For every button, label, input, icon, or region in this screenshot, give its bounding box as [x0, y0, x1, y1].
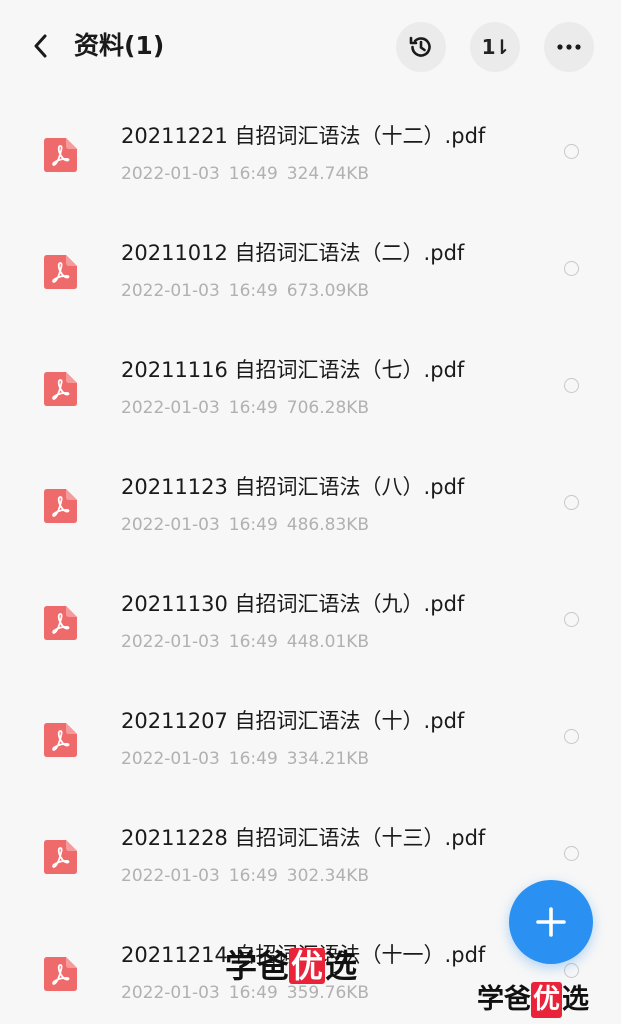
- file-time: 16:49: [228, 398, 278, 418]
- file-size: 673.09KB: [286, 281, 370, 301]
- pdf-file-icon: [44, 372, 77, 406]
- sort-icon: 1⇂: [481, 35, 511, 59]
- file-name: 20211116 自招词汇语法（七）.pdf: [121, 358, 465, 382]
- file-meta: 2022-01-03 16:49 673.09KB: [121, 278, 378, 304]
- file-meta: 2022-01-03 16:49 334.21KB: [121, 746, 378, 772]
- file-manager-screen: 资料(1) 1⇂ 20211221 自招词汇语法（十二）.pdf 2022-01-…: [0, 0, 621, 1024]
- file-time: 16:49: [228, 632, 278, 652]
- file-list-item[interactable]: 20211130 自招词汇语法（九）.pdf 2022-01-03 16:49 448…: [0, 563, 621, 680]
- file-meta: 2022-01-03 16:49 486.83KB: [121, 512, 378, 538]
- file-size: 706.28KB: [286, 398, 370, 418]
- more-button[interactable]: [544, 22, 594, 72]
- file-meta: 2022-01-03 16:49 324.74KB: [121, 161, 378, 187]
- add-button[interactable]: [509, 880, 593, 964]
- page-title: 资料(1): [74, 31, 165, 60]
- file-name: 20211221 自招词汇语法（十二）.pdf: [121, 124, 486, 148]
- file-list-item[interactable]: 20211123 自招词汇语法（八）.pdf 2022-01-03 16:49 486…: [0, 446, 621, 563]
- select-radio[interactable]: [564, 378, 579, 393]
- select-radio[interactable]: [564, 963, 579, 978]
- file-list-item[interactable]: 20211207 自招词汇语法（十）.pdf 2022-01-03 16:49 334…: [0, 680, 621, 797]
- pdf-file-icon: [44, 606, 77, 640]
- pdf-file-icon: [44, 840, 77, 874]
- file-date: 2022-01-03: [121, 398, 220, 418]
- watermark-logo: 学爸优选: [225, 947, 358, 985]
- file-date: 2022-01-03: [121, 164, 220, 184]
- file-name: 20211130 自招词汇语法（九）.pdf: [121, 592, 465, 616]
- back-button[interactable]: [22, 26, 58, 66]
- chevron-left-icon: [34, 34, 47, 58]
- select-radio[interactable]: [564, 261, 579, 276]
- file-date: 2022-01-03: [121, 983, 220, 1003]
- select-radio[interactable]: [564, 495, 579, 510]
- file-size: 359.76KB: [286, 983, 370, 1003]
- select-radio[interactable]: [564, 612, 579, 627]
- file-date: 2022-01-03: [121, 281, 220, 301]
- file-date: 2022-01-03: [121, 515, 220, 535]
- plus-icon: [536, 907, 566, 937]
- pdf-file-icon: [44, 957, 77, 991]
- file-size: 302.34KB: [286, 866, 370, 886]
- file-name: 20211123 自招词汇语法（八）.pdf: [121, 475, 465, 499]
- pdf-file-icon: [44, 255, 77, 289]
- pdf-file-icon: [44, 138, 77, 172]
- file-meta: 2022-01-03 16:49 448.01KB: [121, 629, 378, 655]
- file-list-item[interactable]: 20211116 自招词汇语法（七）.pdf 2022-01-03 16:49 706…: [0, 329, 621, 446]
- sort-button[interactable]: 1⇂: [470, 22, 520, 72]
- file-meta: 2022-01-03 16:49 302.34KB: [121, 863, 378, 889]
- file-list-item[interactable]: 20211012 自招词汇语法（二）.pdf 2022-01-03 16:49 673…: [0, 212, 621, 329]
- file-name: 20211012 自招词汇语法（二）.pdf: [121, 241, 465, 265]
- watermark-logo-corner: 学爸优选: [477, 982, 589, 1018]
- file-time: 16:49: [228, 866, 278, 886]
- file-list: 20211221 自招词汇语法（十二）.pdf 2022-01-03 16:49 32…: [0, 95, 621, 1024]
- select-radio[interactable]: [564, 729, 579, 744]
- file-size: 334.21KB: [286, 749, 370, 769]
- file-list-item[interactable]: 20211221 自招词汇语法（十二）.pdf 2022-01-03 16:49 32…: [0, 95, 621, 212]
- file-date: 2022-01-03: [121, 632, 220, 652]
- file-name: 20211207 自招词汇语法（十）.pdf: [121, 709, 465, 733]
- file-time: 16:49: [228, 983, 278, 1003]
- select-radio[interactable]: [564, 846, 579, 861]
- pdf-file-icon: [44, 723, 77, 757]
- history-button[interactable]: [396, 22, 446, 72]
- file-time: 16:49: [228, 281, 278, 301]
- file-date: 2022-01-03: [121, 866, 220, 886]
- file-time: 16:49: [228, 749, 278, 769]
- more-icon: [557, 44, 581, 50]
- select-radio[interactable]: [564, 144, 579, 159]
- history-icon: [409, 36, 431, 57]
- top-bar: 资料(1) 1⇂: [0, 0, 621, 92]
- file-size: 324.74KB: [286, 164, 370, 184]
- file-name: 20211228 自招词汇语法（十三）.pdf: [121, 826, 486, 850]
- pdf-file-icon: [44, 489, 77, 523]
- file-size: 448.01KB: [286, 632, 370, 652]
- file-meta: 2022-01-03 16:49 706.28KB: [121, 395, 378, 421]
- file-time: 16:49: [228, 164, 278, 184]
- file-time: 16:49: [228, 515, 278, 535]
- file-size: 486.83KB: [286, 515, 370, 535]
- file-date: 2022-01-03: [121, 749, 220, 769]
